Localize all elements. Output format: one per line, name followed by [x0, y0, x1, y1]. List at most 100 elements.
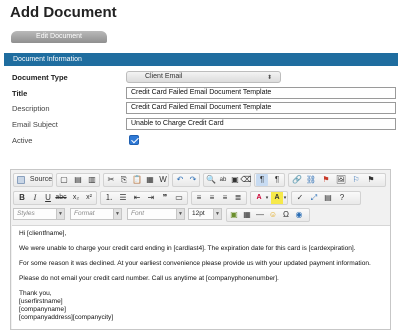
signature-name: [userfirstname] [19, 298, 63, 305]
font-size-arrow-icon: ▼ [213, 209, 221, 219]
tools-group: ✓ ⤢ ▤ ? [291, 191, 361, 205]
find-icon[interactable]: 🔍 [205, 174, 217, 186]
source-icon [17, 176, 25, 184]
link-icon[interactable]: 🔗 [291, 174, 303, 186]
styles-placeholder: Styles [17, 210, 35, 217]
insert-objects-group: ▣ ▦ — ☺ Ω ◉ [226, 208, 310, 222]
email-subject-input[interactable]: Unable to Charge Credit Card [126, 118, 396, 130]
italic-icon[interactable]: I [29, 192, 41, 204]
templates-icon[interactable]: ▥ [86, 174, 98, 186]
body-paragraph-1: We were unable to charge your credit car… [19, 245, 356, 252]
strikethrough-icon[interactable]: abc [55, 192, 67, 204]
remove-format-icon[interactable]: ⌫ [240, 174, 252, 186]
subscript-icon[interactable]: x₂ [70, 192, 82, 204]
numbered-list-icon[interactable]: ⒈ [103, 192, 115, 204]
align-right-icon[interactable]: ≡ [219, 192, 231, 204]
history-group: ↶ ↷ [172, 173, 200, 187]
paste-icon[interactable]: 📋 [131, 174, 143, 186]
page-title: Add Document [10, 4, 117, 21]
document-type-select[interactable]: Client Email ⬍ [126, 71, 281, 83]
cut-icon[interactable]: ✂ [105, 174, 117, 186]
outdent-icon[interactable]: ⇤ [131, 192, 143, 204]
title-row: Title Credit Card Failed Email Document … [12, 87, 396, 101]
replace-icon[interactable]: ab [217, 174, 229, 186]
description-input[interactable]: Credit Card Failed Email Document Templa… [126, 102, 396, 114]
undo-icon[interactable]: ↶ [174, 174, 186, 186]
description-row: Description Credit Card Failed Email Doc… [12, 102, 396, 116]
signature-thanks: Thank you, [19, 290, 52, 297]
section-header: Document Information [4, 53, 398, 66]
rich-text-editor: Source ▢ ▤ ▥ ✂ ⎘ 📋 ▦ W ↶ ↷ 🔍 ab ▣ ⌫ ¶ ¶ [10, 169, 391, 330]
iframe-icon[interactable]: ◉ [293, 209, 305, 221]
flash-icon[interactable]: ⚐ [350, 174, 362, 186]
show-blocks-icon[interactable]: ▤ [322, 192, 334, 204]
spellcheck-icon[interactable]: ✓ [294, 192, 306, 204]
preview-icon[interactable]: ▤ [72, 174, 84, 186]
image-icon[interactable]: 🖼 [335, 174, 347, 186]
blockquote-icon[interactable]: ❞ [159, 192, 171, 204]
styles-arrow-icon: ▼ [56, 209, 64, 219]
anchor-icon[interactable]: ⚑ [320, 174, 332, 186]
document-type-value: Client Email [145, 73, 183, 80]
paragraph-group: ⒈ ☰ ⇤ ⇥ ❞ ▭ [100, 191, 188, 205]
document-type-row: Document Type Client Email ⬍ [12, 71, 392, 85]
active-checkbox[interactable] [129, 135, 139, 145]
active-label: Active [12, 136, 33, 145]
find-group: 🔍 ab ▣ ⌫ [203, 173, 252, 187]
horizontal-rule-icon[interactable]: — [254, 209, 266, 221]
new-page-icon[interactable]: ▢ [58, 174, 70, 186]
signature-company: [companyname] [19, 306, 66, 313]
editor-content[interactable]: Hi [clientfname], We were unable to char… [12, 225, 390, 329]
special-char-icon[interactable]: Ω [280, 209, 292, 221]
clipboard-group: ✂ ⎘ 📋 ▦ W [103, 173, 169, 187]
align-group: ≡ ≡ ≡ ≣ [191, 191, 247, 205]
background-color-arrow-icon[interactable]: ▾ [279, 192, 291, 204]
font-placeholder: Font [131, 210, 145, 217]
bold-icon[interactable]: B [16, 192, 28, 204]
email-subject-row: Email Subject Unable to Charge Credit Ca… [12, 118, 396, 132]
paste-word-icon[interactable]: W [157, 174, 169, 186]
toolbar-row-2: B I U abc x₂ x² ⒈ ☰ ⇤ ⇥ ❞ ▭ ≡ ≡ ≡ ≣ A ▾ … [12, 190, 390, 207]
tab-edit-document[interactable]: Edit Document [11, 31, 107, 43]
indent-icon[interactable]: ⇥ [145, 192, 157, 204]
toolbar-row-1: Source ▢ ▤ ▥ ✂ ⎘ 📋 ▦ W ↶ ↷ 🔍 ab ▣ ⌫ ¶ ¶ [12, 172, 390, 189]
unlink-icon[interactable]: ⛓ [305, 174, 317, 186]
active-row: Active [12, 134, 392, 148]
body-paragraph-2: For some reason it was declined. At your… [19, 260, 371, 267]
document-group: ▢ ▤ ▥ [56, 173, 100, 187]
bulleted-list-icon[interactable]: ☰ [117, 192, 129, 204]
align-left-icon[interactable]: ≡ [193, 192, 205, 204]
align-justify-icon[interactable]: ≣ [232, 192, 244, 204]
color-group: A ▾ A ▾ [250, 191, 288, 205]
styles-combo[interactable]: Styles ▼ [13, 208, 65, 220]
about-icon[interactable]: ? [336, 192, 348, 204]
select-arrows-icon: ⬍ [266, 75, 272, 81]
paste-text-icon[interactable]: ▦ [144, 174, 156, 186]
toolbar-row-3: Styles ▼ Format ▼ Font ▼ 12pt ▼ ▣ ▦ — ☺ … [12, 207, 390, 224]
copy-icon[interactable]: ⎘ [118, 174, 130, 186]
font-size-value: 12pt [192, 210, 205, 217]
body-paragraph-3: Please do not email your credit card num… [19, 275, 279, 282]
div-container-icon[interactable]: ▭ [173, 192, 185, 204]
format-placeholder: Format [74, 210, 95, 217]
superscript-icon[interactable]: x² [83, 192, 95, 204]
smiley-icon[interactable]: ☺ [267, 209, 279, 221]
signature-address: [companyaddress][companycity] [19, 314, 114, 321]
font-size-combo[interactable]: 12pt ▼ [188, 208, 222, 220]
text-ltr-icon[interactable]: ¶ [256, 174, 268, 186]
redo-icon[interactable]: ↷ [187, 174, 199, 186]
insert-image-icon[interactable]: ▣ [228, 209, 240, 221]
maximize-icon[interactable]: ⤢ [308, 192, 320, 204]
title-label: Title [12, 89, 28, 98]
source-group: Source [13, 173, 53, 187]
basic-style-group: B I U abc x₂ x² [13, 191, 97, 205]
underline-icon[interactable]: U [42, 192, 54, 204]
flag-icon[interactable]: ⚑ [365, 174, 377, 186]
font-combo[interactable]: Font ▼ [127, 208, 185, 220]
text-rtl-icon[interactable]: ¶ [271, 174, 283, 186]
align-center-icon[interactable]: ≡ [206, 192, 218, 204]
source-button[interactable]: Source [26, 174, 56, 186]
format-combo[interactable]: Format ▼ [70, 208, 122, 220]
title-input[interactable]: Credit Card Failed Email Document Templa… [126, 87, 396, 99]
table-icon[interactable]: ▦ [241, 209, 253, 221]
